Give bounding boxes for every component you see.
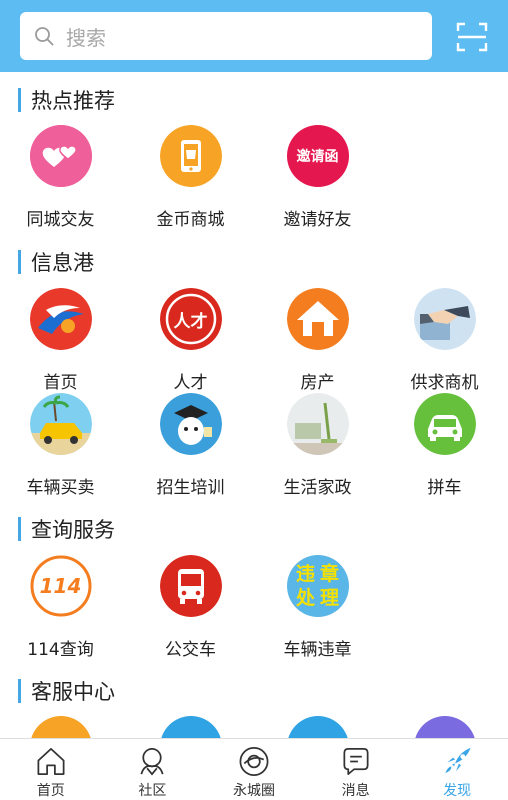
tile-label: 车辆买卖: [26, 478, 95, 498]
section-hot-title: 热点推荐: [18, 87, 115, 113]
tile-label: 生活家政: [283, 478, 352, 498]
tile-label: 首页: [43, 373, 78, 393]
tile-business[interactable]: 供求商机: [381, 288, 508, 393]
violation-icon: 违 章 处 理: [286, 555, 349, 617]
nav-label: 首页: [36, 783, 65, 799]
tile-label: 公交车: [165, 640, 216, 660]
section-bar: [18, 517, 21, 541]
invitation-badge-text: 邀请函: [296, 149, 339, 165]
search-icon: [35, 27, 54, 46]
nav-home[interactable]: 首页: [0, 739, 102, 800]
nav-label: 社区: [138, 783, 167, 799]
car-beach-icon: [29, 393, 92, 455]
violation-char: 理: [319, 587, 339, 609]
section-info-title: 信息港: [18, 249, 94, 275]
section-query-title: 查询服务: [18, 516, 115, 542]
nav-discover[interactable]: 发现: [406, 739, 508, 800]
tile-dating[interactable]: 同城交友: [0, 125, 124, 230]
tile-carpool[interactable]: 拼车: [381, 393, 508, 498]
114-icon: 114: [29, 555, 92, 617]
nav-messages[interactable]: 消息: [305, 739, 407, 800]
tile-label: 车辆违章: [283, 640, 352, 660]
header-bar: 搜索: [0, 0, 508, 72]
section-bar: [18, 679, 21, 703]
home-icon: [37, 748, 65, 775]
car-icon: [413, 393, 476, 455]
nav-label: 消息: [341, 783, 370, 799]
section-bar: [18, 250, 21, 274]
tile-housekeeping[interactable]: 生活家政: [254, 393, 381, 498]
invitation-icon: 邀请函: [286, 125, 349, 187]
section-bar: [18, 88, 21, 112]
bottom-nav: 首页 社区 永城圈 消息 发现: [0, 738, 508, 800]
section-info-label: 信息港: [31, 251, 94, 275]
rocket-icon: [445, 747, 471, 774]
search-placeholder: 搜索: [66, 25, 106, 50]
violation-char: 处: [295, 587, 315, 609]
handshake-icon: [413, 288, 476, 350]
tile-home[interactable]: 首页: [0, 288, 124, 393]
section-query-label: 查询服务: [31, 518, 115, 542]
talent-icon: 人才: [159, 288, 222, 350]
tile-bus[interactable]: 公交车: [127, 555, 254, 660]
home-logo-icon: [29, 288, 92, 350]
tile-label: 招生培训: [156, 478, 225, 498]
house-icon: [286, 288, 349, 350]
nav-circle[interactable]: 永城圈: [203, 739, 305, 800]
nav-label: 永城圈: [232, 783, 275, 799]
shopping-phone-icon: [159, 125, 222, 187]
scan-icon[interactable]: [456, 22, 488, 52]
search-input[interactable]: 搜索: [20, 12, 432, 60]
tile-label: 金币商城: [156, 210, 225, 230]
tile-education[interactable]: 招生培训: [127, 393, 254, 498]
cleaning-icon: [286, 393, 349, 455]
chat-bubble-icon: [343, 748, 369, 775]
tile-label: 拼车: [427, 478, 462, 498]
community-icon: [140, 748, 164, 776]
tile-label: 同城交友: [26, 210, 95, 230]
hearts-icon: [29, 125, 92, 187]
tile-coin-mall[interactable]: 金币商城: [127, 125, 254, 230]
section-hot-label: 热点推荐: [31, 89, 115, 113]
tile-talent[interactable]: 人才 人才: [127, 288, 254, 393]
tile-violation[interactable]: 违 章 处 理 车辆违章: [254, 555, 381, 660]
section-service-label: 客服中心: [31, 680, 115, 704]
orbit-icon: [239, 747, 269, 776]
tile-114[interactable]: 114 114查询: [0, 555, 124, 660]
nav-label: 发现: [443, 783, 472, 799]
tile-car-trade[interactable]: 车辆买卖: [0, 393, 124, 498]
tile-invite[interactable]: 邀请函 邀请好友: [254, 125, 381, 230]
graduation-icon: [159, 393, 222, 455]
violation-char: 章: [319, 563, 339, 585]
tile-house[interactable]: 房产: [254, 288, 381, 393]
tile-label: 114查询: [27, 640, 94, 660]
114-badge-text: 114: [39, 574, 82, 598]
tile-label: 人才: [173, 373, 208, 393]
tile-label: 房产: [300, 373, 335, 393]
bus-icon: [159, 555, 222, 617]
tile-label: 邀请好友: [283, 210, 352, 230]
tile-label: 供求商机: [410, 373, 479, 393]
section-service-title: 客服中心: [18, 678, 115, 704]
talent-glyph: 人才: [173, 311, 208, 332]
nav-community[interactable]: 社区: [102, 739, 204, 800]
violation-char: 违: [295, 563, 315, 585]
